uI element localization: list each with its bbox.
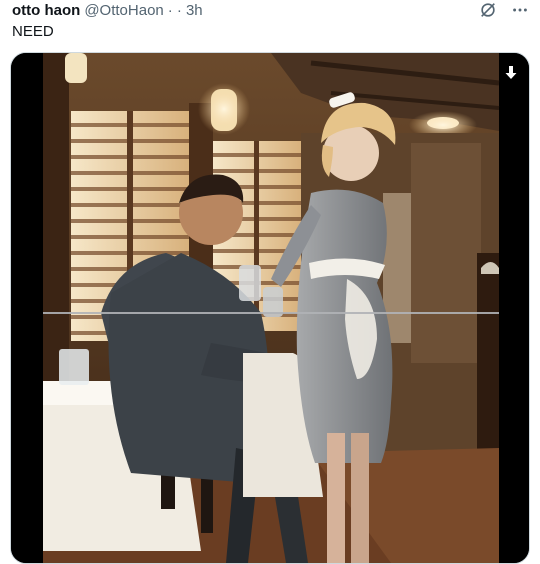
author-handle[interactable]: @OttoHaon xyxy=(84,2,163,19)
header-actions xyxy=(478,0,530,20)
download-arrow-icon[interactable] xyxy=(501,63,521,83)
separator-dot: · · xyxy=(167,1,182,19)
timestamp[interactable]: 3h xyxy=(186,2,203,19)
media-video[interactable] xyxy=(10,52,530,564)
author-name[interactable]: otto haon xyxy=(12,2,80,19)
video-frame xyxy=(11,53,529,563)
more-horizontal-icon[interactable] xyxy=(510,0,530,20)
slashed-circle-icon[interactable] xyxy=(478,0,498,20)
tweet-header: otto haon @OttoHaon · · 3h xyxy=(12,0,530,20)
tweet-text: NEED xyxy=(12,23,54,40)
